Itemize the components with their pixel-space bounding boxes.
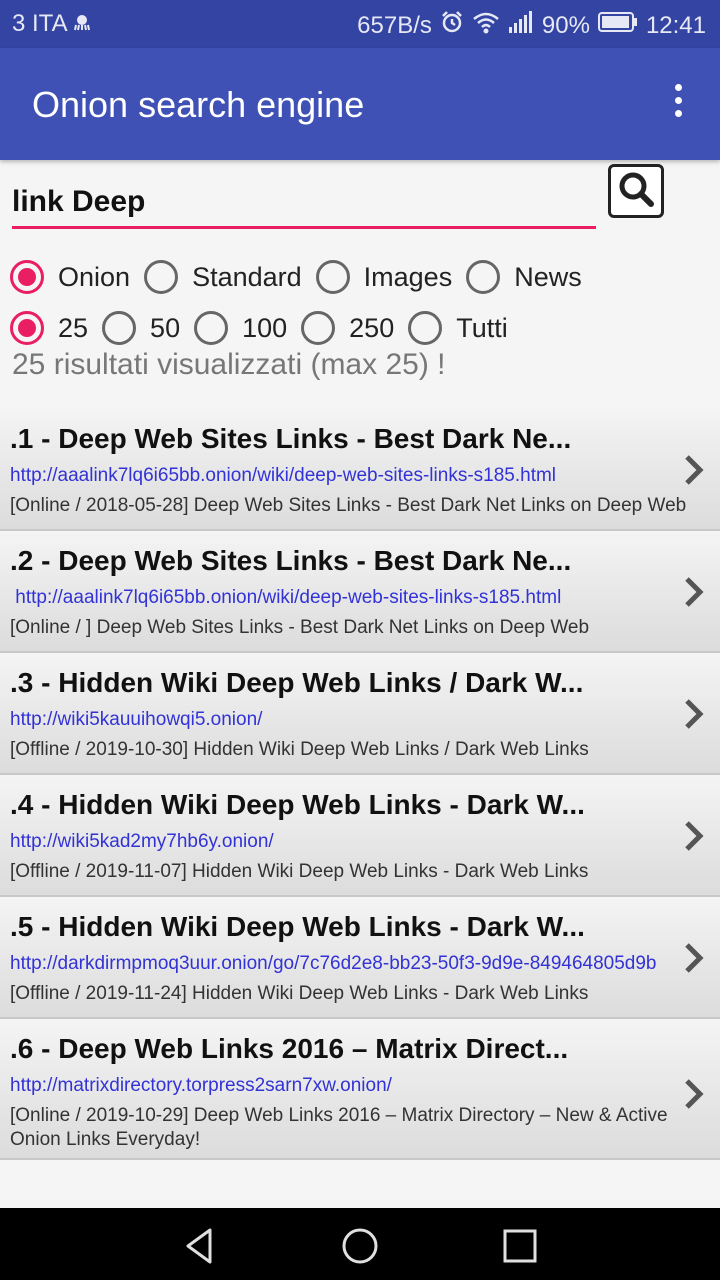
chevron-right-icon bbox=[685, 577, 704, 607]
radio-label: 100 bbox=[242, 312, 288, 343]
radio-count-100[interactable]: 100 bbox=[194, 311, 287, 345]
result-url[interactable]: http://darkdirmpmoq3uur.onion/go/7c76d2e… bbox=[10, 953, 657, 975]
chevron-right-icon bbox=[685, 1079, 704, 1109]
results-list: .1 - Deep Web Sites Links - Best Dark Ne… bbox=[0, 409, 720, 1160]
radio-label: Images bbox=[363, 261, 453, 292]
radio-button[interactable] bbox=[408, 311, 443, 345]
result-title: .5 - Hidden Wiki Deep Web Links - Dark W… bbox=[10, 911, 585, 942]
app-bar: Onion search engine bbox=[0, 48, 720, 160]
result-description: [Online / ] Deep Web Sites Links - Best … bbox=[10, 617, 590, 638]
result-description: [Online / 2018-05-28] Deep Web Sites Lin… bbox=[10, 495, 687, 516]
result-url[interactable]: http://wiki5kad2my7hb6y.onion/ bbox=[10, 831, 274, 853]
chevron-right-icon bbox=[685, 455, 704, 485]
search-button[interactable] bbox=[608, 164, 664, 218]
app-title: Onion search engine bbox=[32, 84, 365, 125]
radio-label: 25 bbox=[58, 312, 89, 343]
chevron-right-icon bbox=[685, 943, 704, 973]
engine-radio-group: Onion Standard Images News bbox=[10, 260, 596, 294]
result-title: .3 - Hidden Wiki Deep Web Links / Dark W… bbox=[10, 667, 584, 698]
radio-standard[interactable]: Standard bbox=[144, 260, 302, 294]
chevron-right-icon bbox=[685, 821, 704, 851]
radio-button-checked[interactable] bbox=[10, 260, 44, 294]
search-icon bbox=[617, 170, 655, 213]
radio-label: Tutti bbox=[456, 312, 508, 343]
status-bar-left: 3 ITA bbox=[12, 10, 91, 38]
radio-count-all[interactable]: Tutti bbox=[408, 311, 508, 345]
radio-button[interactable] bbox=[466, 260, 501, 294]
alarm-icon bbox=[440, 10, 464, 41]
radio-label: Standard bbox=[192, 261, 302, 292]
list-item[interactable]: .5 - Hidden Wiki Deep Web Links - Dark W… bbox=[0, 897, 720, 1019]
clock: 12:41 bbox=[645, 11, 706, 39]
radio-onion[interactable]: Onion bbox=[10, 260, 130, 294]
radio-images[interactable]: Images bbox=[315, 260, 453, 294]
status-bar: 3 ITA 657B/s 90% 12:41 bbox=[0, 0, 720, 48]
radio-news[interactable]: News bbox=[466, 260, 582, 294]
result-url[interactable]: http://aaalink7lq6i65bb.onion/wiki/deep-… bbox=[10, 587, 561, 609]
signal-icon bbox=[508, 10, 534, 41]
octopus-icon bbox=[73, 10, 91, 38]
radio-label: 50 bbox=[150, 312, 181, 343]
result-url[interactable]: http://wiki5kauuihowqi5.onion/ bbox=[10, 709, 262, 731]
list-item[interactable]: .6 - Deep Web Links 2016 – Matrix Direct… bbox=[0, 1019, 720, 1160]
result-title: .6 - Deep Web Links 2016 – Matrix Direct… bbox=[10, 1033, 569, 1064]
navigation-bar bbox=[0, 1208, 720, 1280]
carrier-label: 3 ITA bbox=[12, 10, 67, 37]
results-count-text: 25 risultati visualizzati (max 25) ! bbox=[12, 348, 446, 381]
radio-count-250[interactable]: 250 bbox=[301, 311, 394, 345]
battery-percent: 90% bbox=[541, 11, 590, 39]
list-item[interactable]: .4 - Hidden Wiki Deep Web Links - Dark W… bbox=[0, 775, 720, 897]
battery-icon bbox=[597, 11, 638, 40]
radio-button[interactable] bbox=[194, 311, 229, 345]
radio-button[interactable] bbox=[301, 311, 336, 345]
radio-button[interactable] bbox=[102, 311, 137, 345]
result-title: .1 - Deep Web Sites Links - Best Dark Ne… bbox=[10, 423, 572, 454]
network-speed: 657B/s bbox=[357, 11, 432, 39]
back-icon[interactable] bbox=[180, 1226, 220, 1266]
radio-label: Onion bbox=[58, 261, 131, 292]
list-item[interactable]: .1 - Deep Web Sites Links - Best Dark Ne… bbox=[0, 409, 720, 531]
home-icon[interactable] bbox=[340, 1226, 380, 1266]
result-description: [Online / 2019-10-29] Deep Web Links 201… bbox=[10, 1105, 668, 1150]
wifi-icon bbox=[472, 10, 500, 41]
list-item[interactable]: .2 - Deep Web Sites Links - Best Dark Ne… bbox=[0, 531, 720, 653]
radio-label: 250 bbox=[349, 312, 395, 343]
recents-icon[interactable] bbox=[500, 1226, 540, 1266]
overflow-menu-icon[interactable] bbox=[666, 84, 690, 124]
radio-button[interactable] bbox=[144, 260, 179, 294]
result-title: .4 - Hidden Wiki Deep Web Links - Dark W… bbox=[10, 789, 585, 820]
radio-count-25[interactable]: 25 bbox=[10, 311, 88, 345]
search-row bbox=[12, 164, 712, 236]
radio-label: News bbox=[514, 261, 582, 292]
result-url[interactable]: http://aaalink7lq6i65bb.onion/wiki/deep-… bbox=[10, 465, 556, 487]
chevron-right-icon bbox=[685, 699, 704, 729]
result-description: [Offline / 2019-11-07] Hidden Wiki Deep … bbox=[10, 861, 589, 882]
radio-button-checked[interactable] bbox=[10, 311, 44, 345]
radio-count-50[interactable]: 50 bbox=[102, 311, 180, 345]
status-bar-right: 657B/s 90% 12:41 bbox=[357, 10, 706, 41]
count-radio-group: 25 50 100 250 Tutti bbox=[10, 311, 522, 345]
result-description: [Offline / 2019-11-24] Hidden Wiki Deep … bbox=[10, 983, 589, 1004]
result-title: .2 - Deep Web Sites Links - Best Dark Ne… bbox=[10, 545, 572, 576]
radio-button[interactable] bbox=[315, 260, 350, 294]
list-item[interactable]: .3 - Hidden Wiki Deep Web Links / Dark W… bbox=[0, 653, 720, 775]
result-description: [Offline / 2019-10-30] Hidden Wiki Deep … bbox=[10, 739, 589, 760]
search-input[interactable] bbox=[12, 178, 596, 229]
result-url[interactable]: http://matrixdirectory.torpress2sarn7xw.… bbox=[10, 1075, 392, 1097]
